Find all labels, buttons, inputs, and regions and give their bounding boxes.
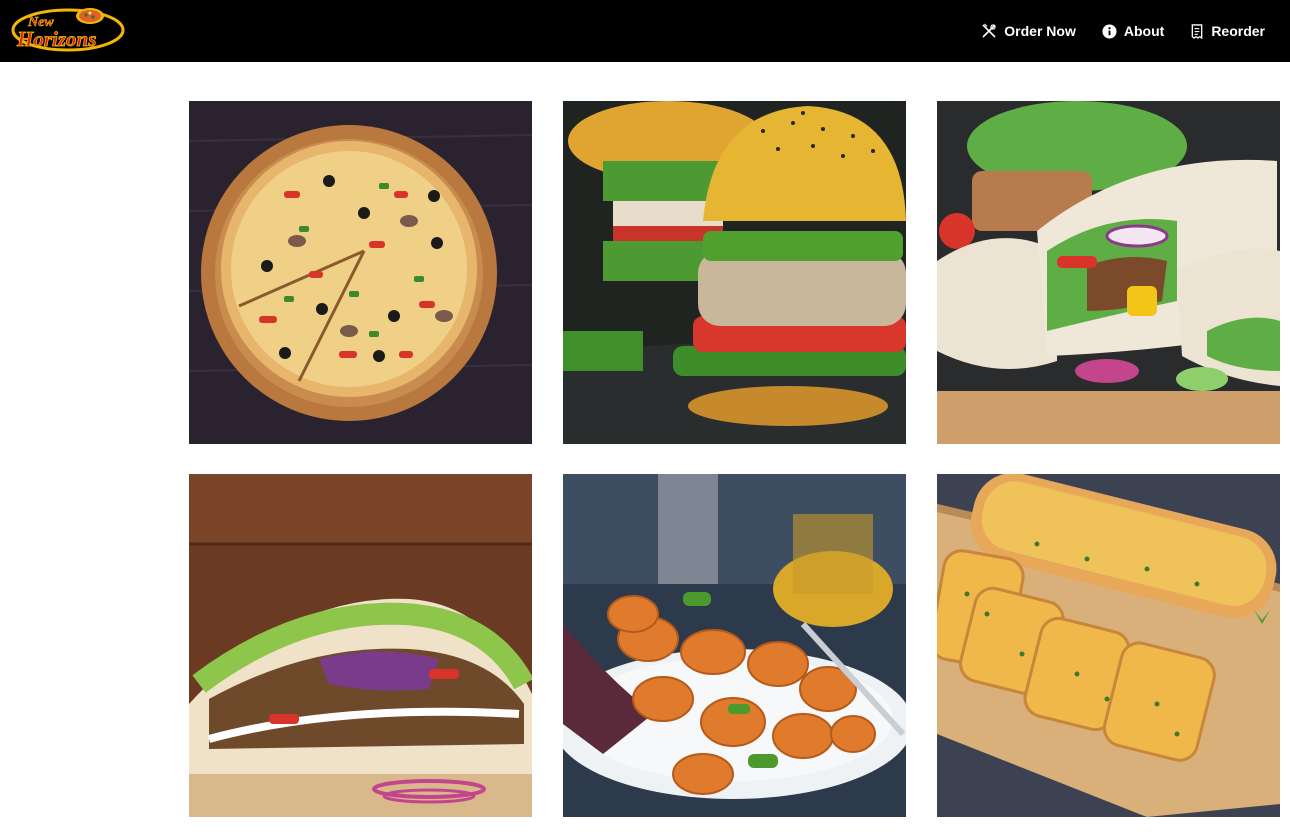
utensils-icon xyxy=(982,23,996,38)
nav-about[interactable]: About xyxy=(1102,23,1164,39)
receipt-icon xyxy=(1191,23,1203,39)
menu-tile-nuggets[interactable] xyxy=(563,474,906,817)
pizza-logo-icon: New Horizons xyxy=(11,8,125,52)
nav-reorder[interactable]: Reorder xyxy=(1190,23,1265,39)
brand-logo[interactable]: New Horizons xyxy=(10,4,128,54)
top-nav-bar: New Horizons Order Now About Reorder xyxy=(0,0,1290,62)
menu-tile-burger[interactable] xyxy=(563,101,906,444)
nav-order-now[interactable]: Order Now xyxy=(981,23,1076,39)
burger-image xyxy=(563,101,906,444)
nav-order-now-label: Order Now xyxy=(1004,23,1076,39)
pizza-image xyxy=(189,101,532,444)
garlic-bread-image xyxy=(937,474,1280,817)
menu-gallery xyxy=(189,101,1280,817)
main-nav: Order Now About Reorder xyxy=(981,0,1265,62)
menu-tile-gyro[interactable] xyxy=(189,474,532,817)
menu-tile-wrap[interactable] xyxy=(937,101,1280,444)
brand-line2: Horizons xyxy=(16,27,96,51)
menu-tile-garlic-bread[interactable] xyxy=(937,474,1280,817)
nav-about-label: About xyxy=(1123,23,1165,39)
info-icon xyxy=(1102,23,1117,39)
gyro-image xyxy=(189,474,532,817)
nav-reorder-label: Reorder xyxy=(1211,23,1265,39)
wrap-image xyxy=(937,101,1280,444)
menu-tile-pizza[interactable] xyxy=(189,101,532,444)
nuggets-image xyxy=(563,474,906,817)
